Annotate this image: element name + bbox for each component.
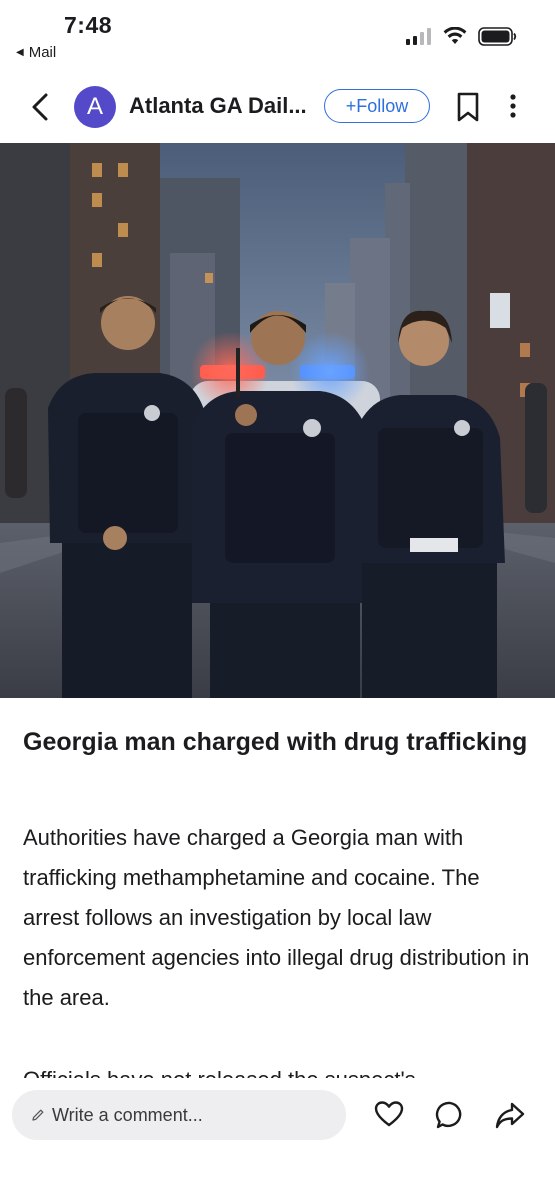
- more-options-icon[interactable]: [505, 93, 521, 121]
- back-app-label: Mail: [28, 44, 57, 61]
- police-officers-photo: [0, 143, 555, 698]
- bottom-action-bar: Write a comment...: [0, 1078, 555, 1200]
- back-to-app-link[interactable]: ◀ Mail: [16, 44, 56, 61]
- follow-button[interactable]: +Follow: [324, 89, 430, 123]
- source-avatar[interactable]: A: [74, 86, 116, 128]
- comment-input[interactable]: Write a comment...: [12, 1090, 346, 1140]
- back-triangle-icon: ◀: [16, 47, 24, 58]
- comment-icon[interactable]: [435, 1100, 465, 1130]
- article-body: Authorities have charged a Georgia man w…: [23, 825, 530, 1010]
- cellular-signal-icon: [406, 28, 431, 45]
- article-next-paragraph: Officials have not released the suspect'…: [23, 1058, 535, 1078]
- status-time: 7:48: [64, 12, 113, 38]
- navigation-bar: A Atlanta GA Dail... +Follow: [0, 74, 555, 140]
- bookmark-icon[interactable]: [455, 92, 481, 122]
- article-title: Georgia man charged with drug traffickin…: [23, 728, 528, 756]
- article-next-paragraph-text: Officials have not released the suspect'…: [23, 1060, 535, 1078]
- article-hero-image[interactable]: [0, 143, 555, 698]
- battery-icon: [478, 27, 517, 46]
- back-chevron-icon[interactable]: [26, 89, 58, 125]
- share-icon[interactable]: [494, 1100, 526, 1130]
- heart-icon[interactable]: [374, 1100, 404, 1128]
- avatar-letter: A: [86, 93, 103, 120]
- status-bar: 7:48 ◀ Mail: [0, 0, 555, 70]
- wifi-icon: [443, 27, 467, 44]
- comment-placeholder: Write a comment...: [52, 1104, 203, 1125]
- source-title[interactable]: Atlanta GA Dail...: [129, 93, 319, 119]
- pencil-icon: [32, 1109, 44, 1121]
